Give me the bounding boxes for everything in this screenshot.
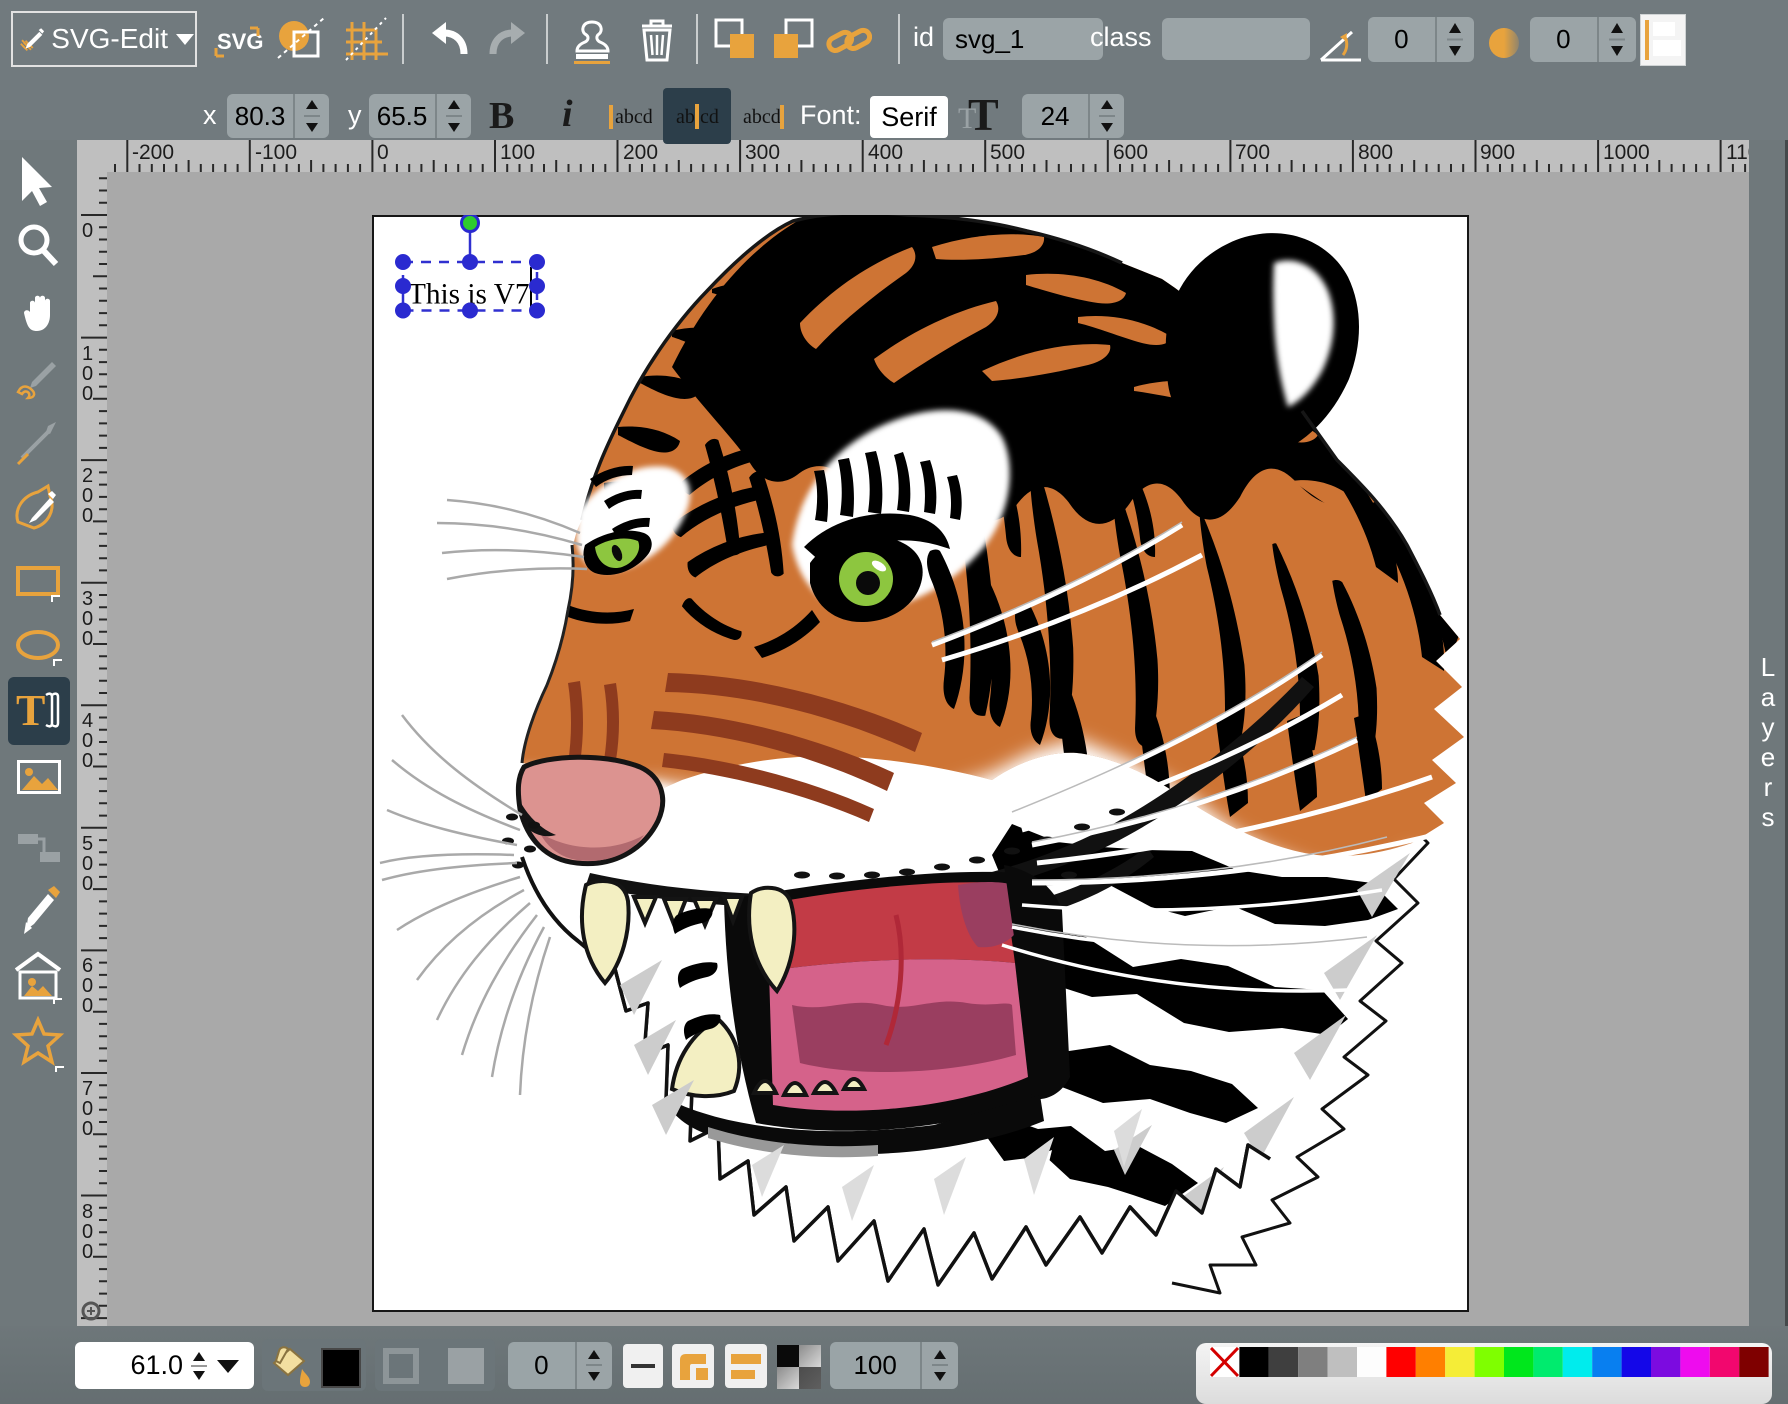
svg-text:0: 0 (82, 505, 93, 527)
svg-text:0: 0 (82, 628, 93, 650)
svg-text:3: 3 (82, 588, 93, 610)
svg-text:0: 0 (82, 750, 93, 772)
svg-text:100: 100 (500, 141, 535, 164)
svg-text:500: 500 (990, 141, 1025, 164)
svg-text:0: 0 (82, 608, 93, 630)
svg-text:1000: 1000 (1603, 141, 1650, 164)
svg-text:1100: 1100 (1726, 141, 1749, 164)
svg-text:T: T (16, 686, 45, 735)
svg-text:SVG: SVG (217, 29, 263, 54)
svg-text:0: 0 (82, 873, 93, 895)
svg-text:400: 400 (868, 141, 903, 164)
svg-text:cd: cd (700, 106, 719, 128)
svg-text:0: 0 (82, 220, 93, 242)
svg-text:1: 1 (82, 343, 93, 365)
svg-text:abcd: abcd (615, 106, 652, 128)
svg-text:0: 0 (82, 995, 93, 1017)
svg-text:ab: ab (676, 106, 695, 128)
svg-text:600: 600 (1113, 141, 1148, 164)
svg-text:800: 800 (1358, 141, 1393, 164)
svg-text:0: 0 (377, 141, 389, 164)
svg-text:2: 2 (82, 465, 93, 487)
svg-text:0: 0 (82, 975, 93, 997)
svg-text:0: 0 (82, 1241, 93, 1263)
svg-text:7: 7 (82, 1078, 93, 1100)
svg-text:0: 0 (82, 485, 93, 507)
svg-text:6: 6 (82, 955, 93, 977)
svg-text:300: 300 (745, 141, 780, 164)
svg-text:-200: -200 (132, 141, 174, 164)
svg-text:0: 0 (82, 383, 93, 405)
svg-text:4: 4 (82, 710, 93, 732)
svg-text:200: 200 (623, 141, 658, 164)
svg-text:0: 0 (82, 1221, 93, 1243)
svg-text:0: 0 (82, 363, 93, 385)
svg-text:0: 0 (82, 853, 93, 875)
svg-text:8: 8 (82, 1201, 93, 1223)
svg-text:-100: -100 (255, 141, 297, 164)
svg-text:0: 0 (82, 1098, 93, 1120)
svg-text:0: 0 (82, 730, 93, 752)
svg-text:5: 5 (82, 833, 93, 855)
svg-text:abcd: abcd (743, 106, 781, 128)
svg-text:900: 900 (1480, 141, 1515, 164)
svg-text:0: 0 (82, 1118, 93, 1140)
svg-text:700: 700 (1235, 141, 1270, 164)
